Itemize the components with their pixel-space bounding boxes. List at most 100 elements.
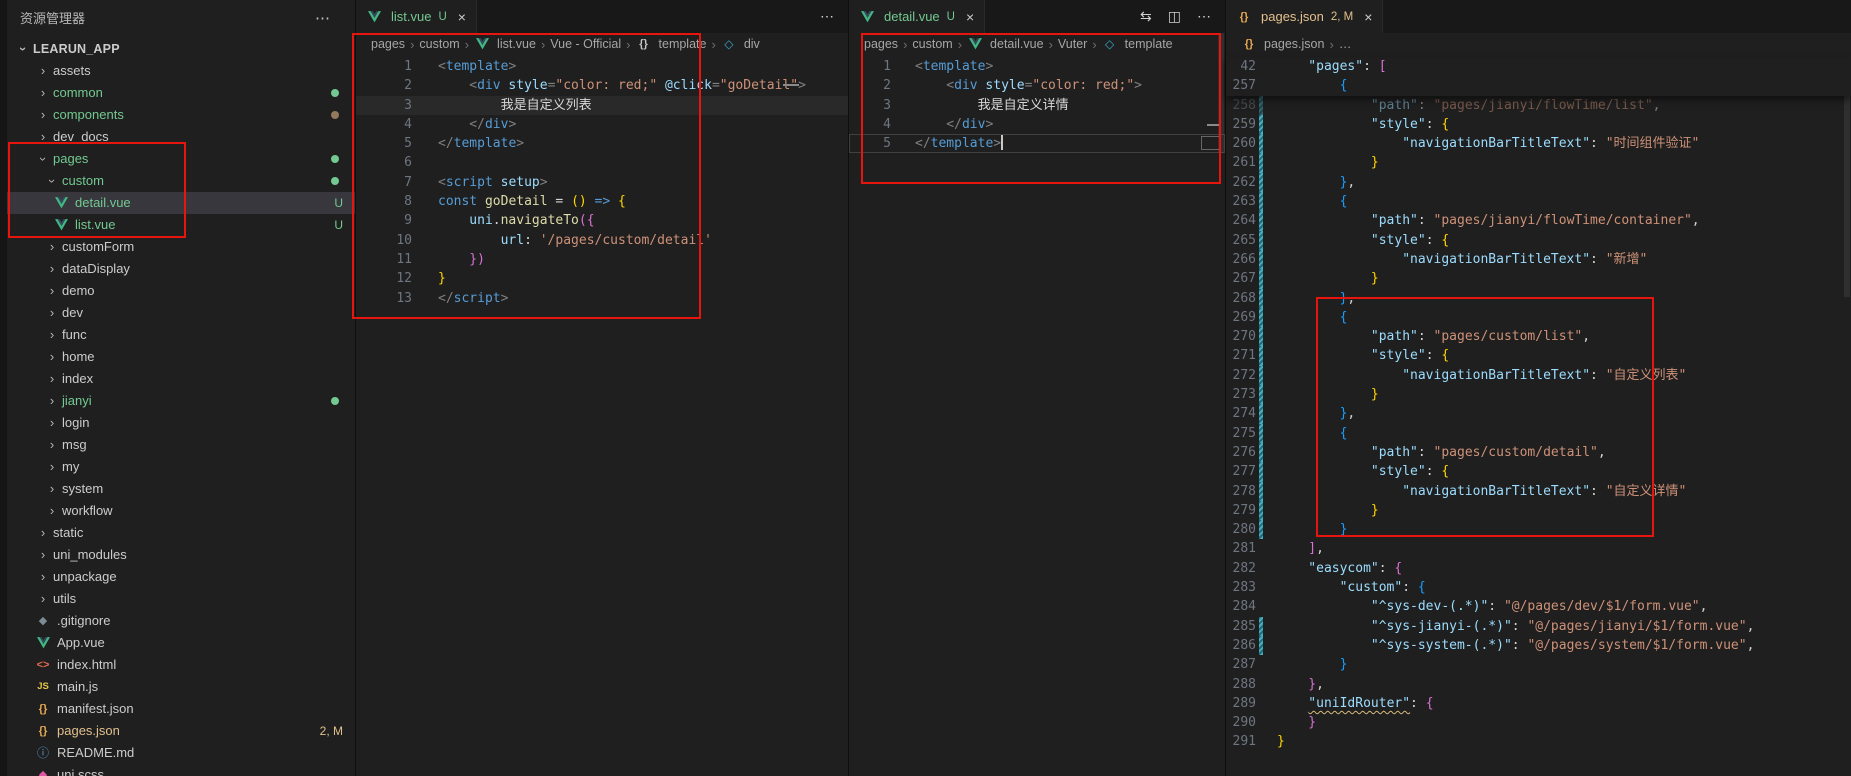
more-icon[interactable]: ⋯: [820, 8, 834, 25]
tree-item-dataDisplay[interactable]: ›dataDisplay: [7, 258, 355, 280]
code-line-285[interactable]: 285"^sys-jianyi-(.*)": "@/pages/jianyi/$…: [1226, 617, 1851, 636]
tree-item-manifest.json[interactable]: {}manifest.json: [7, 698, 355, 720]
tree-item-App.vue[interactable]: App.vue: [7, 632, 355, 654]
code-line-279[interactable]: 279}: [1226, 501, 1851, 520]
code-line-2[interactable]: 2<div style="color: red;" @click="goDeta…: [356, 76, 848, 95]
tree-item-common[interactable]: ›common: [7, 82, 355, 104]
breadcrumb-item-custom[interactable]: custom: [912, 37, 952, 51]
code-line-287[interactable]: 287}: [1226, 655, 1851, 674]
tree-item-list.vue[interactable]: list.vueU: [7, 214, 355, 236]
code-line-263[interactable]: 263{: [1226, 192, 1851, 211]
code-line-277[interactable]: 277"style": {: [1226, 462, 1851, 481]
tree-item-workflow[interactable]: ›workflow: [7, 500, 355, 522]
tree-item-dev_docs[interactable]: ›dev_docs: [7, 126, 355, 148]
code-line-264[interactable]: 264"path": "pages/jianyi/flowTime/contai…: [1226, 211, 1851, 230]
code-line-260[interactable]: 260"navigationBarTitleText": "时间组件验证": [1226, 134, 1851, 153]
tab-pages.json[interactable]: {}pages.json2, M×: [1226, 0, 1383, 33]
code-line-291[interactable]: 291}: [1226, 732, 1851, 751]
code-line-10[interactable]: 10url: '/pages/custom/detail': [356, 231, 848, 250]
compare-icon[interactable]: ⇆: [1140, 8, 1152, 25]
code-line-282[interactable]: 282"easycom": {: [1226, 559, 1851, 578]
tree-item-uni_modules[interactable]: ›uni_modules: [7, 544, 355, 566]
tree-item-my[interactable]: ›my: [7, 456, 355, 478]
code-editor-list-vue[interactable]: 1<template>2<div style="color: red;" @cl…: [356, 55, 848, 308]
breadcrumb-item-detail.vue[interactable]: detail.vue: [967, 37, 1044, 51]
tree-root[interactable]: › LEARUN_APP: [7, 38, 355, 60]
code-line-272[interactable]: 272"navigationBarTitleText": "自定义列表": [1226, 366, 1851, 385]
code-editor-pages-json[interactable]: 42"pages": [257{ 258"path": "pages/jiany…: [1226, 55, 1851, 752]
code-line-289[interactable]: 289"uniIdRouter": {: [1226, 694, 1851, 713]
code-line-1[interactable]: 1<template>: [849, 57, 1225, 76]
tab-list.vue[interactable]: list.vueU×: [356, 0, 477, 33]
code-line-5[interactable]: 5</template>: [849, 134, 1225, 153]
tree-item-login[interactable]: ›login: [7, 412, 355, 434]
breadcrumb-item-pages[interactable]: pages: [371, 37, 405, 51]
code-line-6[interactable]: 6: [356, 153, 848, 172]
breadcrumb-item-template[interactable]: {}template: [636, 37, 707, 51]
tree-item-detail.vue[interactable]: detail.vueU: [7, 192, 355, 214]
tree-item-dev[interactable]: ›dev: [7, 302, 355, 324]
close-icon[interactable]: ×: [458, 9, 466, 25]
breadcrumb-item-VueOfficial[interactable]: Vue - Official: [550, 37, 621, 51]
code-line-8[interactable]: 8const goDetail = () => {: [356, 192, 848, 211]
code-line-265[interactable]: 265"style": {: [1226, 231, 1851, 250]
code-line-261[interactable]: 261}: [1226, 153, 1851, 172]
breadcrumb-item-custom[interactable]: custom: [419, 37, 459, 51]
code-line-7[interactable]: 7<script setup>: [356, 173, 848, 192]
code-line-1[interactable]: 1<template>: [356, 57, 848, 76]
code-line-281[interactable]: 281],: [1226, 539, 1851, 558]
breadcrumb-item-[interactable]: …: [1339, 37, 1352, 51]
code-editor-detail-vue[interactable]: 1<template>2<div style="color: red;">3我是…: [849, 55, 1225, 153]
tree-item-uni.scss[interactable]: ◆uni.scss: [7, 764, 355, 776]
code-line-258[interactable]: 258"path": "pages/jianyi/flowTime/list",: [1226, 96, 1851, 115]
tree-item-utils[interactable]: ›utils: [7, 588, 355, 610]
code-line-2[interactable]: 2<div style="color: red;">: [849, 76, 1225, 95]
code-line-268[interactable]: 268},: [1226, 289, 1851, 308]
code-line-266[interactable]: 266"navigationBarTitleText": "新增": [1226, 250, 1851, 269]
tree-item-home[interactable]: ›home: [7, 346, 355, 368]
code-line-288[interactable]: 288},: [1226, 675, 1851, 694]
scrollbar[interactable]: [1218, 33, 1224, 153]
close-icon[interactable]: ×: [966, 9, 974, 25]
code-line-286[interactable]: 286"^sys-system-(.*)": "@/pages/system/$…: [1226, 636, 1851, 655]
tree-item-unpackage[interactable]: ›unpackage: [7, 566, 355, 588]
code-line-275[interactable]: 275{: [1226, 424, 1851, 443]
code-line-270[interactable]: 270"path": "pages/custom/list",: [1226, 327, 1851, 346]
code-line-4[interactable]: 4</div>: [356, 115, 848, 134]
tree-item-components[interactable]: ›components: [7, 104, 355, 126]
breadcrumb-item-pages.json[interactable]: {}pages.json: [1241, 37, 1324, 51]
breadcrumb-item-template[interactable]: ◇template: [1102, 37, 1173, 51]
code-line-12[interactable]: 12}: [356, 269, 848, 288]
tree-item-demo[interactable]: ›demo: [7, 280, 355, 302]
code-line-283[interactable]: 283"custom": {: [1226, 578, 1851, 597]
tree-item-assets[interactable]: ›assets: [7, 60, 355, 82]
tree-item-jianyi[interactable]: ›jianyi: [7, 390, 355, 412]
code-line-9[interactable]: 9uni.navigateTo({: [356, 211, 848, 230]
tree-item-msg[interactable]: ›msg: [7, 434, 355, 456]
tree-item-index.html[interactable]: <>index.html: [7, 654, 355, 676]
tree-item-func[interactable]: ›func: [7, 324, 355, 346]
code-line-4[interactable]: 4</div>: [849, 115, 1225, 134]
tree-item-index[interactable]: ›index: [7, 368, 355, 390]
breadcrumb-item-Vuter[interactable]: Vuter: [1058, 37, 1087, 51]
tab-detail.vue[interactable]: detail.vueU×: [849, 0, 985, 33]
tree-item-custom[interactable]: ›custom: [7, 170, 355, 192]
breadcrumb-item-pages[interactable]: pages: [864, 37, 898, 51]
code-line-13[interactable]: 13</script>: [356, 289, 848, 308]
code-line-11[interactable]: 11}): [356, 250, 848, 269]
code-line-3[interactable]: 3我是自定义详情: [849, 96, 1225, 115]
code-line-276[interactable]: 276"path": "pages/custom/detail",: [1226, 443, 1851, 462]
code-line-280[interactable]: 280}: [1226, 520, 1851, 539]
tree-item-.gitignore[interactable]: ◆.gitignore: [7, 610, 355, 632]
tree-item-customForm[interactable]: ›customForm: [7, 236, 355, 258]
code-line-290[interactable]: 290}: [1226, 713, 1851, 732]
breadcrumb-item-list.vue[interactable]: list.vue: [474, 37, 536, 51]
code-line-278[interactable]: 278"navigationBarTitleText": "自定义详情": [1226, 482, 1851, 501]
code-line-271[interactable]: 271"style": {: [1226, 346, 1851, 365]
code-line-3[interactable]: 3我是自定义列表: [356, 96, 848, 115]
code-line-5[interactable]: 5</template>: [356, 134, 848, 153]
code-line-259[interactable]: 259"style": {: [1226, 115, 1851, 134]
split-icon[interactable]: ◫: [1168, 8, 1181, 25]
code-line-269[interactable]: 269{: [1226, 308, 1851, 327]
code-line-262[interactable]: 262},: [1226, 173, 1851, 192]
